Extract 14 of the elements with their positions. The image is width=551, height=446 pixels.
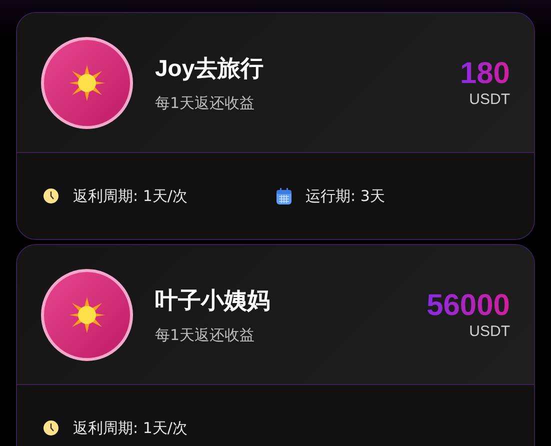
product-title: Joy去旅行 <box>155 54 265 83</box>
detail-text: 返利周期: 1天/次 <box>73 418 188 438</box>
clock-icon <box>43 420 59 436</box>
detail-text: 返利周期: 1天/次 <box>73 186 188 206</box>
product-subtitle: 每1天返还收益 <box>155 326 256 344</box>
product-card[interactable]: Joy去旅行 每1天返还收益 180 USDT 返利周期: 1天/次 运行期: 3天 <box>16 12 535 240</box>
clock-icon <box>43 188 59 204</box>
product-title: 叶子小姨妈 <box>155 286 271 314</box>
currency-unit: USDT <box>469 91 510 108</box>
product-subtitle: 每1天返还收益 <box>155 94 256 112</box>
currency-unit: USDT <box>469 323 510 340</box>
product-card[interactable]: 叶子小姨妈 每1天返还收益 56000 USDT 返利周期: 1天/次 <box>16 244 535 446</box>
calendar-icon <box>276 188 292 204</box>
detail-text: 运行期: 3天 <box>306 186 385 206</box>
